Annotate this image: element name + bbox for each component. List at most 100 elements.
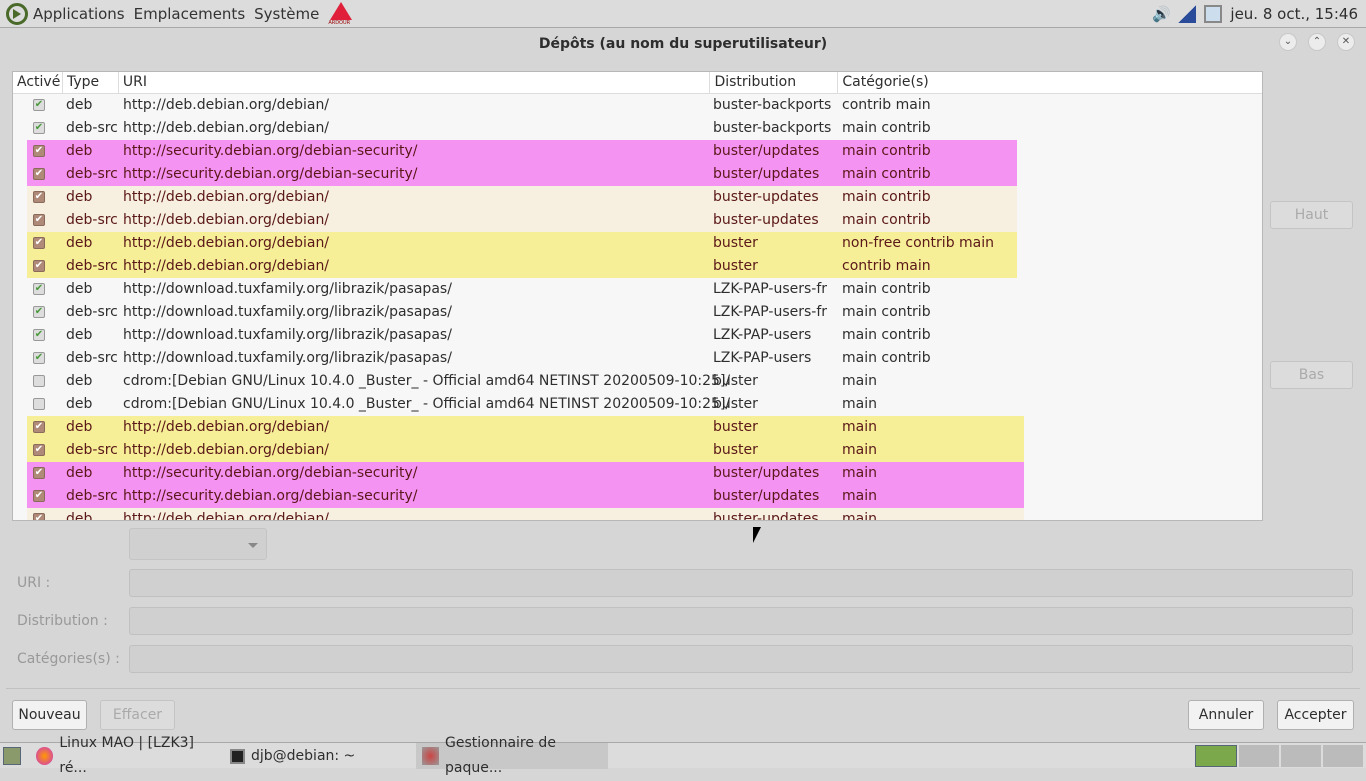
active-checkbox[interactable]: ✔: [33, 513, 45, 520]
menu-system[interactable]: Système: [254, 5, 319, 23]
active-checkbox[interactable]: ✔: [33, 283, 45, 295]
table-row[interactable]: ✔ deb-src http://deb.debian.org/debian/bus…: [13, 439, 1262, 462]
uri-cell: http://download.tuxfamily.org/librazik/p…: [123, 327, 452, 343]
column-type[interactable]: Type: [63, 72, 119, 94]
ardour-launcher-icon[interactable]: ARDOUR: [328, 1, 354, 26]
close-button[interactable]: ✕: [1337, 33, 1355, 51]
type-cell: deb-src: [66, 304, 118, 320]
active-checkbox[interactable]: ✔: [33, 444, 45, 456]
top-panel: Applications Emplacements Système ARDOUR…: [0, 0, 1366, 28]
move-up-button[interactable]: Haut: [1270, 201, 1353, 229]
table-row[interactable]: ✔ deb http://deb.debian.org/debian/buster-…: [13, 94, 1262, 117]
categories-input[interactable]: [129, 645, 1353, 673]
taskbar: Linux MAO | [LZK3] ré... djb@debian: ~ G…: [0, 735, 1366, 776]
uri-cell: http://download.tuxfamily.org/librazik/p…: [123, 350, 452, 366]
uri-cell: http://security.debian.org/debian-securi…: [123, 488, 418, 504]
maximize-button[interactable]: ⌃: [1308, 33, 1326, 51]
table-row[interactable]: deb cdrom:[Debian GNU/Linux 10.4.0 _Buste…: [13, 393, 1262, 416]
delete-button[interactable]: Effacer: [100, 700, 175, 730]
accept-button[interactable]: Accepter: [1277, 700, 1354, 730]
distribution-input[interactable]: [129, 607, 1353, 635]
table-row[interactable]: ✔ deb http://security.debian.org/debian-se…: [13, 462, 1262, 485]
type-dropdown[interactable]: [129, 528, 267, 560]
active-checkbox[interactable]: ✔: [33, 329, 45, 341]
task-firefox[interactable]: Linux MAO | [LZK3] ré...: [30, 735, 220, 776]
table-row[interactable]: ✔ deb-src http://download.tuxfamily.org/li…: [13, 301, 1262, 324]
active-checkbox[interactable]: [33, 375, 45, 387]
column-distribution[interactable]: Distribution: [710, 72, 839, 94]
show-desktop-button[interactable]: [0, 743, 21, 769]
active-checkbox[interactable]: ✔: [33, 191, 45, 203]
workspace-1[interactable]: [1195, 745, 1237, 767]
active-checkbox[interactable]: ✔: [33, 306, 45, 318]
move-down-button[interactable]: Bas: [1270, 361, 1353, 389]
distribution-cell: buster: [713, 419, 758, 435]
active-checkbox[interactable]: ✔: [33, 99, 45, 111]
uri-cell: http://deb.debian.org/debian/: [123, 442, 330, 458]
volume-icon[interactable]: 🔊: [1152, 5, 1171, 23]
table-row[interactable]: ✔ deb http://security.debian.org/debian-se…: [13, 140, 1262, 163]
firefox-icon: [36, 747, 54, 765]
active-checkbox[interactable]: ✔: [33, 214, 45, 226]
uri-cell: http://security.debian.org/debian-securi…: [123, 143, 418, 159]
categories-cell: main contrib: [842, 281, 931, 297]
active-checkbox[interactable]: [33, 398, 45, 410]
new-button[interactable]: Nouveau: [12, 700, 87, 730]
table-row[interactable]: deb cdrom:[Debian GNU/Linux 10.4.0 _Buste…: [13, 370, 1262, 393]
distro-logo-icon[interactable]: [6, 2, 28, 25]
distribution-cell: buster/updates: [713, 465, 820, 481]
uri-input[interactable]: [129, 569, 1353, 597]
minimize-button[interactable]: ⌄: [1279, 33, 1297, 51]
table-row[interactable]: ✔ deb-src http://security.debian.org/debia…: [13, 163, 1262, 186]
active-checkbox[interactable]: ✔: [33, 467, 45, 479]
battery-icon[interactable]: [1204, 5, 1223, 23]
table-row[interactable]: ✔ deb http://download.tuxfamily.org/libraz…: [13, 324, 1262, 347]
uri-cell: http://deb.debian.org/debian/: [123, 97, 330, 113]
clock[interactable]: jeu. 8 oct., 15:46: [1230, 5, 1358, 23]
categories-cell: contrib main: [842, 97, 931, 113]
table-row[interactable]: ✔ deb http://download.tuxfamily.org/libraz…: [13, 278, 1262, 301]
table-row[interactable]: ✔ deb-src http://deb.debian.org/debian/bus…: [13, 117, 1262, 140]
uri-cell: http://deb.debian.org/debian/: [123, 419, 330, 435]
distribution-cell: buster/updates: [713, 143, 820, 159]
system-tray: 🔊 jeu. 8 oct., 15:46: [1152, 0, 1358, 28]
active-checkbox[interactable]: ✔: [33, 168, 45, 180]
cancel-button[interactable]: Annuler: [1188, 700, 1264, 730]
type-cell: deb: [66, 235, 93, 251]
column-uri[interactable]: URI: [119, 72, 711, 94]
workspace-2[interactable]: [1239, 745, 1279, 767]
table-row[interactable]: ✔ deb http://deb.debian.org/debian/buster m…: [13, 416, 1262, 439]
active-checkbox[interactable]: ✔: [33, 122, 45, 134]
table-row[interactable]: ✔ deb http://deb.debian.org/debian/buster-…: [13, 186, 1262, 209]
repositories-table[interactable]: Activé Type URI Distribution Catégorie(s…: [12, 71, 1263, 521]
table-row[interactable]: ✔ deb-src http://security.debian.org/debia…: [13, 485, 1262, 508]
distribution-label: Distribution :: [17, 613, 108, 629]
workspace-4[interactable]: [1323, 745, 1363, 767]
active-checkbox[interactable]: ✔: [33, 237, 45, 249]
table-row[interactable]: ✔ deb http://deb.debian.org/debian/buster n…: [13, 232, 1262, 255]
categories-cell: main contrib: [842, 304, 931, 320]
type-cell: deb: [66, 373, 93, 389]
menu-places[interactable]: Emplacements: [134, 5, 246, 23]
categories-cell: main: [842, 465, 877, 481]
table-row[interactable]: ✔ deb http://deb.debian.org/debian/buster-…: [13, 508, 1262, 520]
uri-cell: http://deb.debian.org/debian/: [123, 189, 330, 205]
active-checkbox[interactable]: ✔: [33, 490, 45, 502]
table-row[interactable]: ✔ deb-src http://deb.debian.org/debian/bus…: [13, 209, 1262, 232]
column-active[interactable]: Activé: [13, 72, 63, 94]
task-terminal[interactable]: djb@debian: ~: [224, 743, 414, 769]
active-checkbox[interactable]: ✔: [33, 145, 45, 157]
type-cell: deb: [66, 327, 93, 343]
network-signal-icon[interactable]: [1178, 5, 1197, 23]
active-checkbox[interactable]: ✔: [33, 421, 45, 433]
menu-applications[interactable]: Applications: [33, 5, 125, 23]
mouse-cursor-icon: [753, 527, 761, 543]
distribution-cell: LZK-PAP-users-fr: [713, 304, 828, 320]
table-row[interactable]: ✔ deb-src http://deb.debian.org/debian/bus…: [13, 255, 1262, 278]
active-checkbox[interactable]: ✔: [33, 352, 45, 364]
column-categories[interactable]: Catégorie(s): [838, 72, 1262, 94]
task-package-manager[interactable]: Gestionnaire de paque...: [416, 735, 608, 776]
active-checkbox[interactable]: ✔: [33, 260, 45, 272]
table-row[interactable]: ✔ deb-src http://download.tuxfamily.org/li…: [13, 347, 1262, 370]
workspace-3[interactable]: [1281, 745, 1321, 767]
